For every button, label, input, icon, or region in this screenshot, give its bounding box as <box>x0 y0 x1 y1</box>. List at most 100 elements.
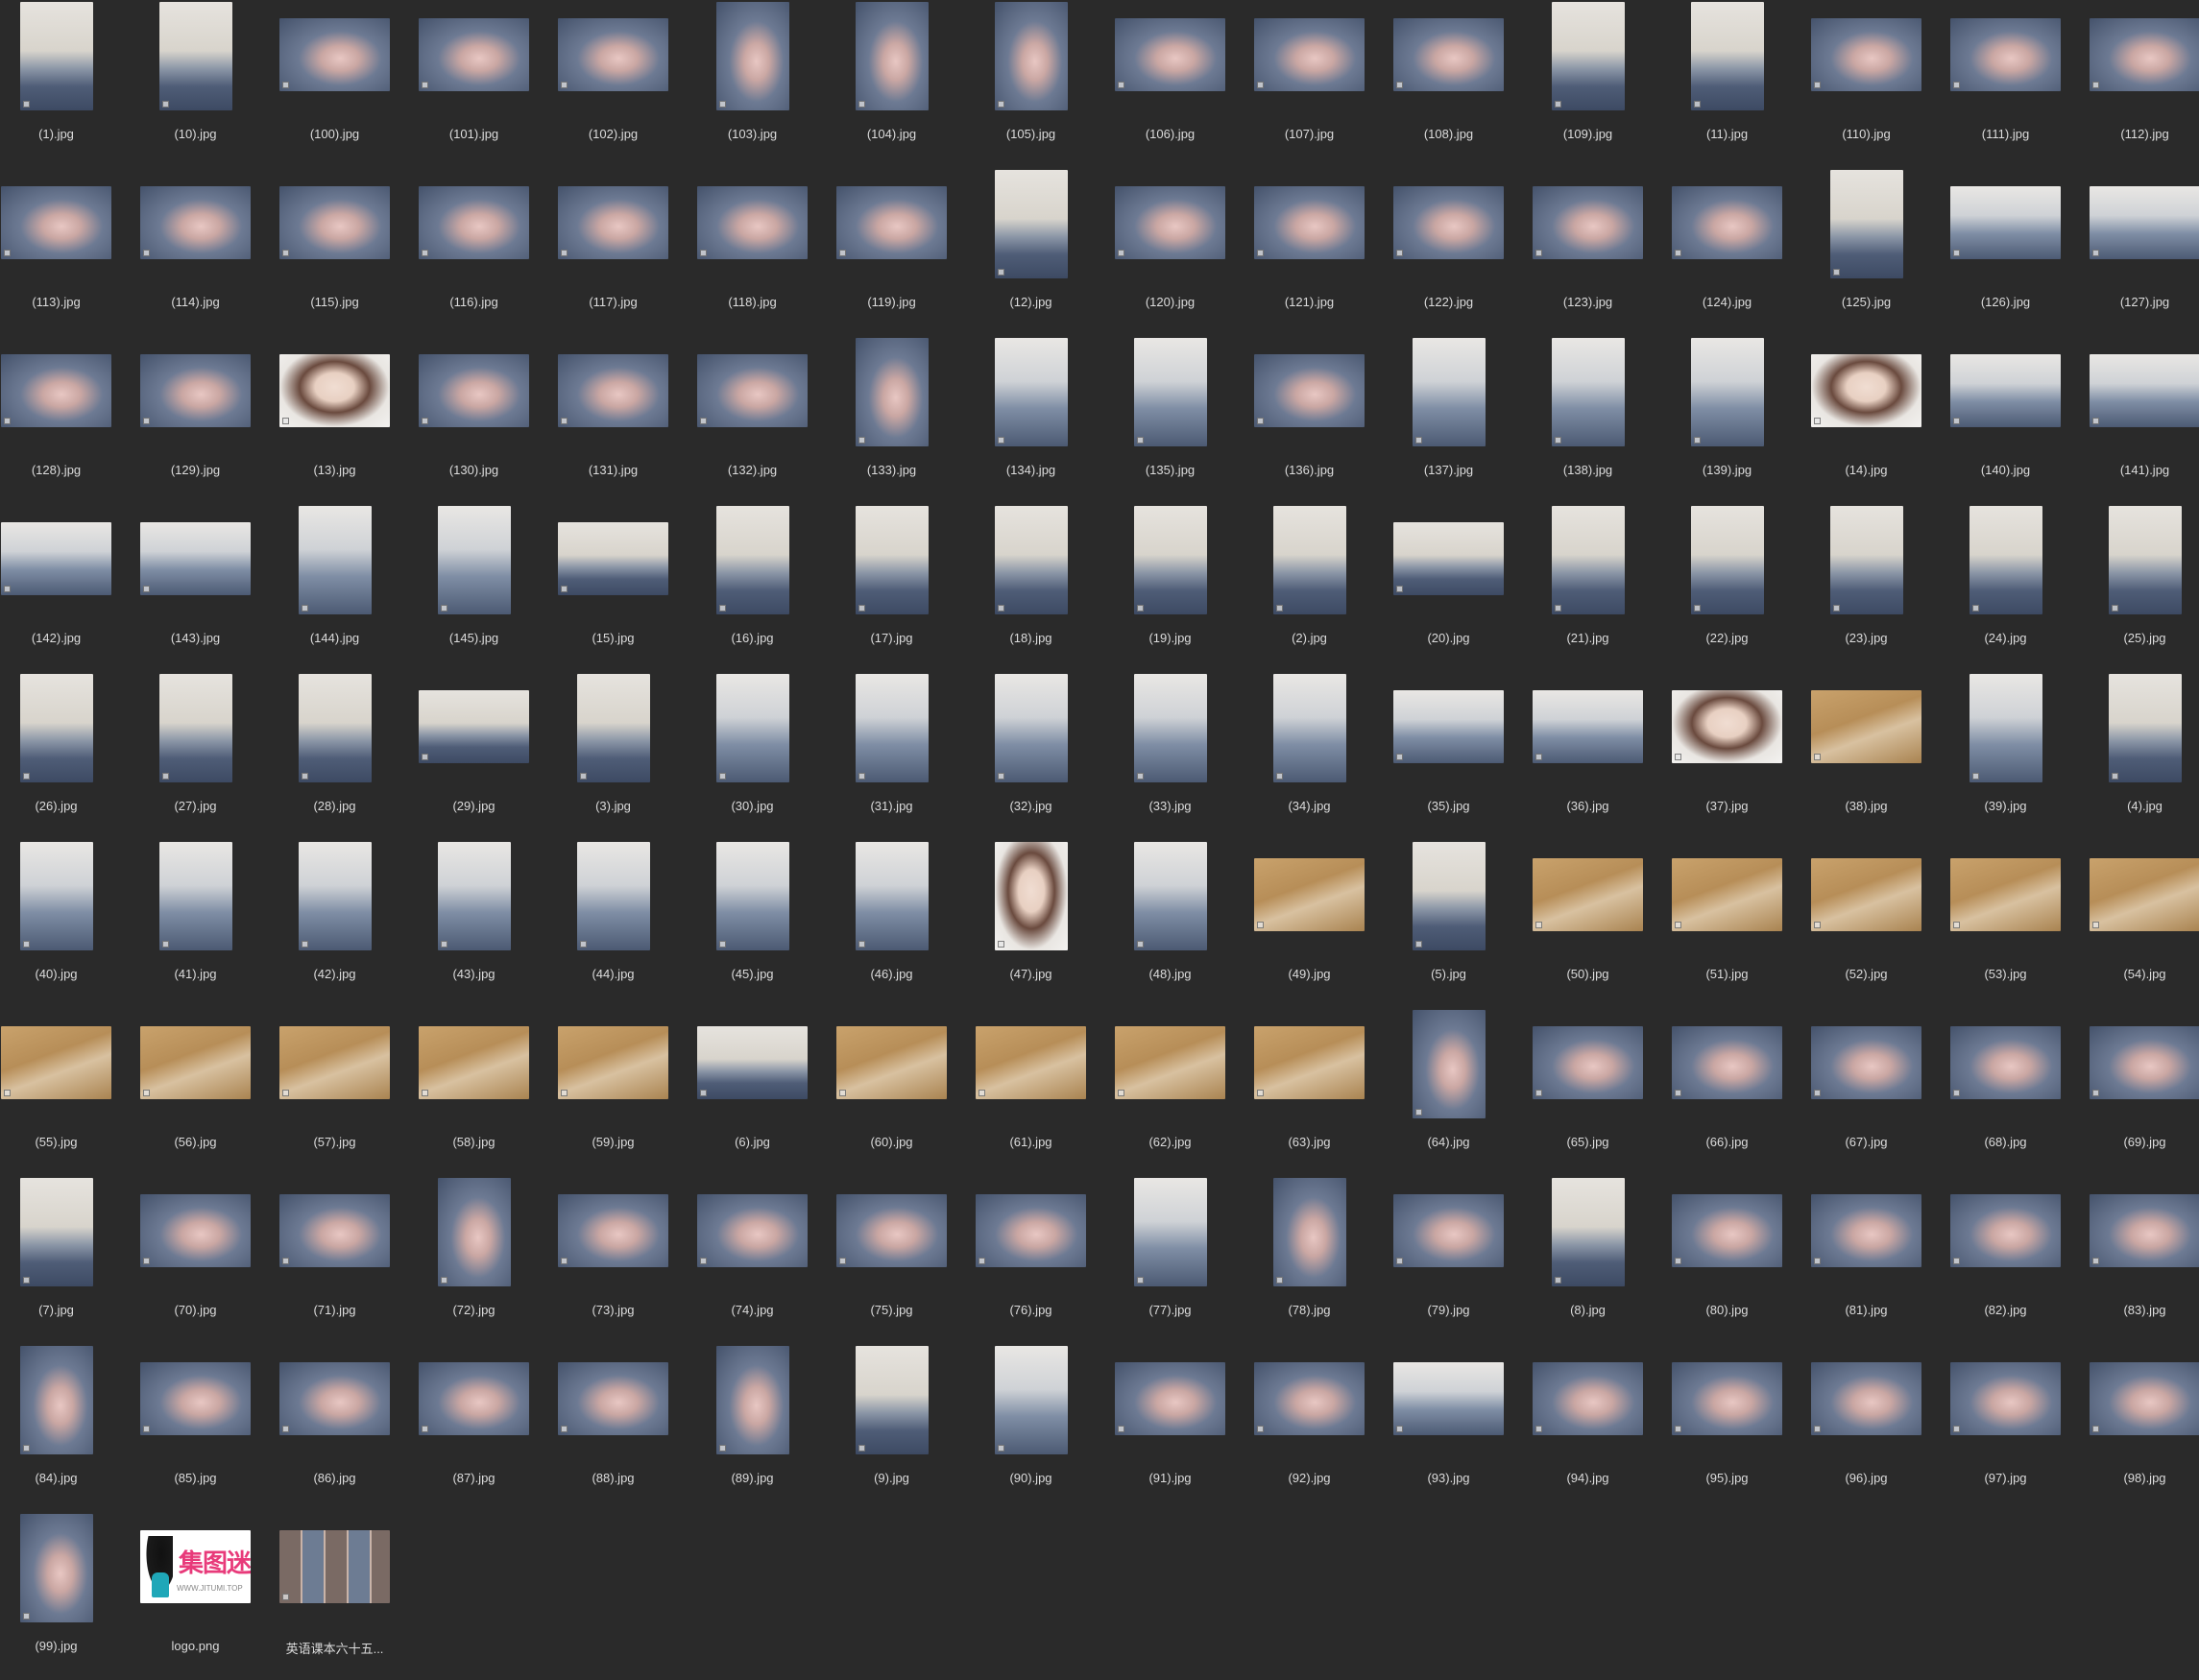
file-thumbnail-area[interactable]: 集图迷 WWW.JITUMI.TOP <box>126 1512 265 1637</box>
thumbnail-image[interactable] <box>20 1346 93 1454</box>
thumbnail-image[interactable] <box>976 1026 1086 1099</box>
thumbnail-image[interactable] <box>279 1194 390 1267</box>
file-thumbnail-area[interactable] <box>961 1176 1100 1301</box>
file-item[interactable]: (57).jpg <box>265 1008 404 1176</box>
file-item[interactable]: (47).jpg <box>961 840 1100 1008</box>
thumbnail-image[interactable] <box>1830 170 1903 278</box>
file-thumbnail-area[interactable] <box>126 672 265 797</box>
file-thumbnail-area[interactable] <box>404 1176 544 1301</box>
file-item[interactable]: (81).jpg <box>1797 1176 1936 1344</box>
file-thumbnail-area[interactable] <box>1518 840 1657 965</box>
file-item[interactable]: (63).jpg <box>1240 1008 1379 1176</box>
file-name-label[interactable]: (16).jpg <box>683 631 822 645</box>
file-name-label[interactable]: (57).jpg <box>265 1135 404 1149</box>
file-item[interactable]: (101).jpg <box>404 0 544 168</box>
thumbnail-image[interactable] <box>836 1026 947 1099</box>
thumbnail-image[interactable] <box>1254 18 1365 91</box>
file-item[interactable]: (120).jpg <box>1100 168 1240 336</box>
thumbnail-image[interactable] <box>697 354 808 427</box>
file-thumbnail-area[interactable] <box>2075 840 2199 965</box>
thumbnail-image[interactable] <box>438 842 511 950</box>
file-name-label[interactable]: (56).jpg <box>126 1135 265 1149</box>
file-item[interactable]: (73).jpg <box>544 1176 683 1344</box>
file-item[interactable]: (69).jpg <box>2075 1008 2199 1176</box>
thumbnail-image[interactable] <box>1134 506 1207 614</box>
file-item[interactable]: (26).jpg <box>0 672 126 840</box>
file-name-label[interactable]: (24).jpg <box>1936 631 2075 645</box>
file-name-label[interactable]: (14).jpg <box>1797 463 1936 477</box>
file-name-label[interactable]: (96).jpg <box>1797 1471 1936 1485</box>
file-name-label[interactable]: (13).jpg <box>265 463 404 477</box>
thumbnail-image[interactable] <box>20 2 93 110</box>
file-name-label[interactable]: (3).jpg <box>544 799 683 813</box>
file-name-label[interactable]: (92).jpg <box>1240 1471 1379 1485</box>
file-thumbnail-area[interactable] <box>265 1176 404 1301</box>
file-item[interactable]: (53).jpg <box>1936 840 2075 1008</box>
file-item[interactable]: (62).jpg <box>1100 1008 1240 1176</box>
file-item[interactable]: (130).jpg <box>404 336 544 504</box>
file-name-label[interactable]: (32).jpg <box>961 799 1100 813</box>
file-name-label[interactable]: (117).jpg <box>544 295 683 309</box>
thumbnail-image[interactable] <box>279 354 390 427</box>
file-name-label[interactable]: (141).jpg <box>2075 463 2199 477</box>
thumbnail-image[interactable] <box>1134 842 1207 950</box>
file-item[interactable]: (138).jpg <box>1518 336 1657 504</box>
file-name-label[interactable]: (81).jpg <box>1797 1303 1936 1317</box>
file-name-label[interactable]: (122).jpg <box>1379 295 1518 309</box>
file-thumbnail-area[interactable] <box>822 840 961 965</box>
file-thumbnail-area[interactable] <box>961 168 1100 293</box>
thumbnail-image[interactable] <box>995 338 1068 446</box>
thumbnail-image[interactable] <box>1115 186 1225 259</box>
file-item[interactable]: (104).jpg <box>822 0 961 168</box>
file-name-label[interactable]: (93).jpg <box>1379 1471 1518 1485</box>
thumbnail-image[interactable] <box>419 690 529 763</box>
thumbnail-image[interactable] <box>140 1194 251 1267</box>
file-name-label[interactable]: (25).jpg <box>2075 631 2199 645</box>
file-name-label[interactable]: (99).jpg <box>0 1639 126 1653</box>
file-thumbnail-area[interactable] <box>404 504 544 629</box>
file-name-label[interactable]: (17).jpg <box>822 631 961 645</box>
file-item[interactable]: (111).jpg <box>1936 0 2075 168</box>
file-thumbnail-area[interactable] <box>404 1008 544 1133</box>
file-item[interactable]: (82).jpg <box>1936 1176 2075 1344</box>
thumbnail-image[interactable] <box>1 1026 111 1099</box>
file-name-label[interactable]: (26).jpg <box>0 799 126 813</box>
file-item[interactable]: (139).jpg <box>1657 336 1797 504</box>
file-thumbnail-area[interactable] <box>265 336 404 461</box>
file-thumbnail-area[interactable] <box>126 1176 265 1301</box>
file-thumbnail-area[interactable] <box>0 1008 126 1133</box>
file-thumbnail-area[interactable] <box>1797 336 1936 461</box>
thumbnail-image[interactable] <box>1811 1194 1921 1267</box>
file-name-label[interactable]: (129).jpg <box>126 463 265 477</box>
thumbnail-image[interactable] <box>995 506 1068 614</box>
file-name-label[interactable]: (54).jpg <box>2075 967 2199 981</box>
file-name-label[interactable]: (18).jpg <box>961 631 1100 645</box>
file-name-label[interactable]: (105).jpg <box>961 127 1100 141</box>
file-item[interactable]: (109).jpg <box>1518 0 1657 168</box>
file-name-label[interactable]: (128).jpg <box>0 463 126 477</box>
file-thumbnail-area[interactable] <box>1936 168 2075 293</box>
thumbnail-image[interactable] <box>140 522 251 595</box>
file-thumbnail-area[interactable] <box>2075 672 2199 797</box>
file-item[interactable]: 集图迷 WWW.JITUMI.TOP logo.png <box>126 1512 265 1680</box>
file-item[interactable]: (72).jpg <box>404 1176 544 1344</box>
file-thumbnail-area[interactable] <box>0 336 126 461</box>
file-item[interactable]: (61).jpg <box>961 1008 1100 1176</box>
file-thumbnail-area[interactable] <box>683 1344 822 1469</box>
file-item[interactable]: (87).jpg <box>404 1344 544 1512</box>
file-thumbnail-area[interactable] <box>1100 168 1240 293</box>
file-item[interactable]: (29).jpg <box>404 672 544 840</box>
file-name-label[interactable]: (51).jpg <box>1657 967 1797 981</box>
file-name-label[interactable]: (41).jpg <box>126 967 265 981</box>
thumbnail-image[interactable] <box>577 842 650 950</box>
thumbnail-image[interactable] <box>1811 690 1921 763</box>
thumbnail-image[interactable] <box>140 354 251 427</box>
thumbnail-image[interactable] <box>2090 18 2199 91</box>
file-name-label[interactable]: (22).jpg <box>1657 631 1797 645</box>
file-name-label[interactable]: (145).jpg <box>404 631 544 645</box>
file-name-label[interactable]: (84).jpg <box>0 1471 126 1485</box>
file-name-label[interactable]: (116).jpg <box>404 295 544 309</box>
thumbnail-image[interactable] <box>299 674 372 782</box>
file-item[interactable]: (135).jpg <box>1100 336 1240 504</box>
file-item[interactable]: (121).jpg <box>1240 168 1379 336</box>
